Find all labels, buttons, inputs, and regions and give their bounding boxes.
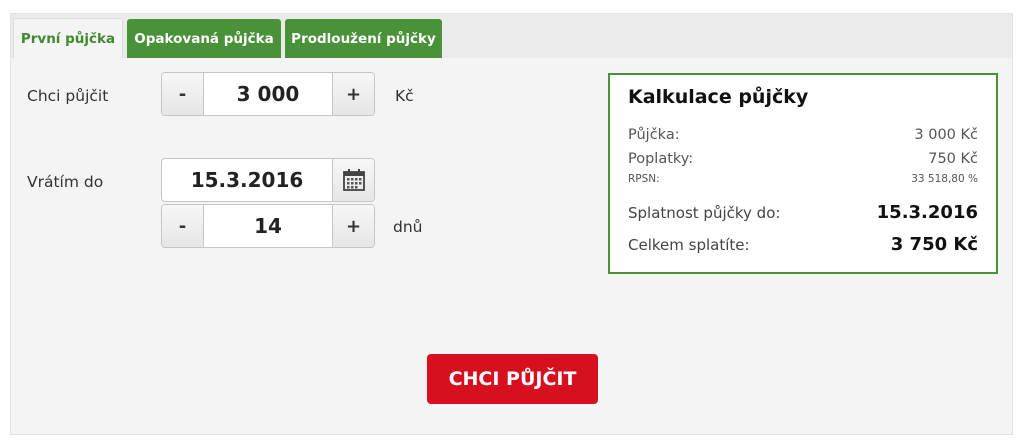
loan-calculation-box: Kalkulace půjčky Půjčka: 3 000 Kč Poplat… xyxy=(608,73,998,274)
borrow-button[interactable]: CHCI PŮJČIT xyxy=(427,354,598,404)
rpsn-row: RPSN: 33 518,80 % xyxy=(628,173,978,185)
calendar-button[interactable] xyxy=(332,159,374,201)
tab-loan-extension[interactable]: Prodloužení půjčky xyxy=(285,19,442,58)
tab-bar: První půjčka Opakovaná půjčka Prodloužen… xyxy=(11,14,1012,58)
rpsn-value: 33 518,80 % xyxy=(911,173,978,185)
due-value: 15.3.2016 xyxy=(876,202,978,223)
amount-value[interactable]: 3 000 xyxy=(204,73,332,115)
tab-repeat-loan[interactable]: Opakovaná půjčka xyxy=(127,19,281,58)
calculation-title: Kalkulace půjčky xyxy=(628,86,809,108)
loan-value: 3 000 Kč xyxy=(914,127,978,143)
tab-first-loan[interactable]: První půjčka xyxy=(13,18,123,58)
days-stepper: - 14 + xyxy=(161,204,375,248)
fees-label: Poplatky: xyxy=(628,151,694,167)
due-label: Splatnost půjčky do: xyxy=(628,203,781,222)
calendar-icon xyxy=(342,169,365,191)
fees-value: 750 Kč xyxy=(928,151,978,167)
days-decrease-button[interactable]: - xyxy=(162,205,204,247)
amount-stepper: - 3 000 + xyxy=(161,72,375,116)
repay-date-value[interactable]: 15.3.2016 xyxy=(162,159,332,201)
days-value[interactable]: 14 xyxy=(204,205,332,247)
due-row: Splatnost půjčky do: 15.3.2016 xyxy=(628,202,978,223)
days-unit: dnů xyxy=(393,218,423,236)
amount-label: Chci půjčit xyxy=(27,87,109,105)
total-label: Celkem splatíte: xyxy=(628,235,750,254)
amount-unit: Kč xyxy=(395,87,414,105)
total-row: Celkem splatíte: 3 750 Kč xyxy=(628,234,978,255)
loan-calculator-widget: První půjčka Opakovaná půjčka Prodloužen… xyxy=(10,13,1013,435)
amount-decrease-button[interactable]: - xyxy=(162,73,204,115)
rpsn-label: RPSN: xyxy=(628,173,660,185)
loan-row: Půjčka: 3 000 Kč xyxy=(628,127,978,143)
amount-increase-button[interactable]: + xyxy=(332,73,374,115)
loan-label: Půjčka: xyxy=(628,127,680,143)
fees-row: Poplatky: 750 Kč xyxy=(628,151,978,167)
repay-date-field[interactable]: 15.3.2016 xyxy=(161,158,375,202)
total-value: 3 750 Kč xyxy=(890,234,978,255)
repay-label: Vrátím do xyxy=(27,173,104,191)
days-increase-button[interactable]: + xyxy=(332,205,374,247)
